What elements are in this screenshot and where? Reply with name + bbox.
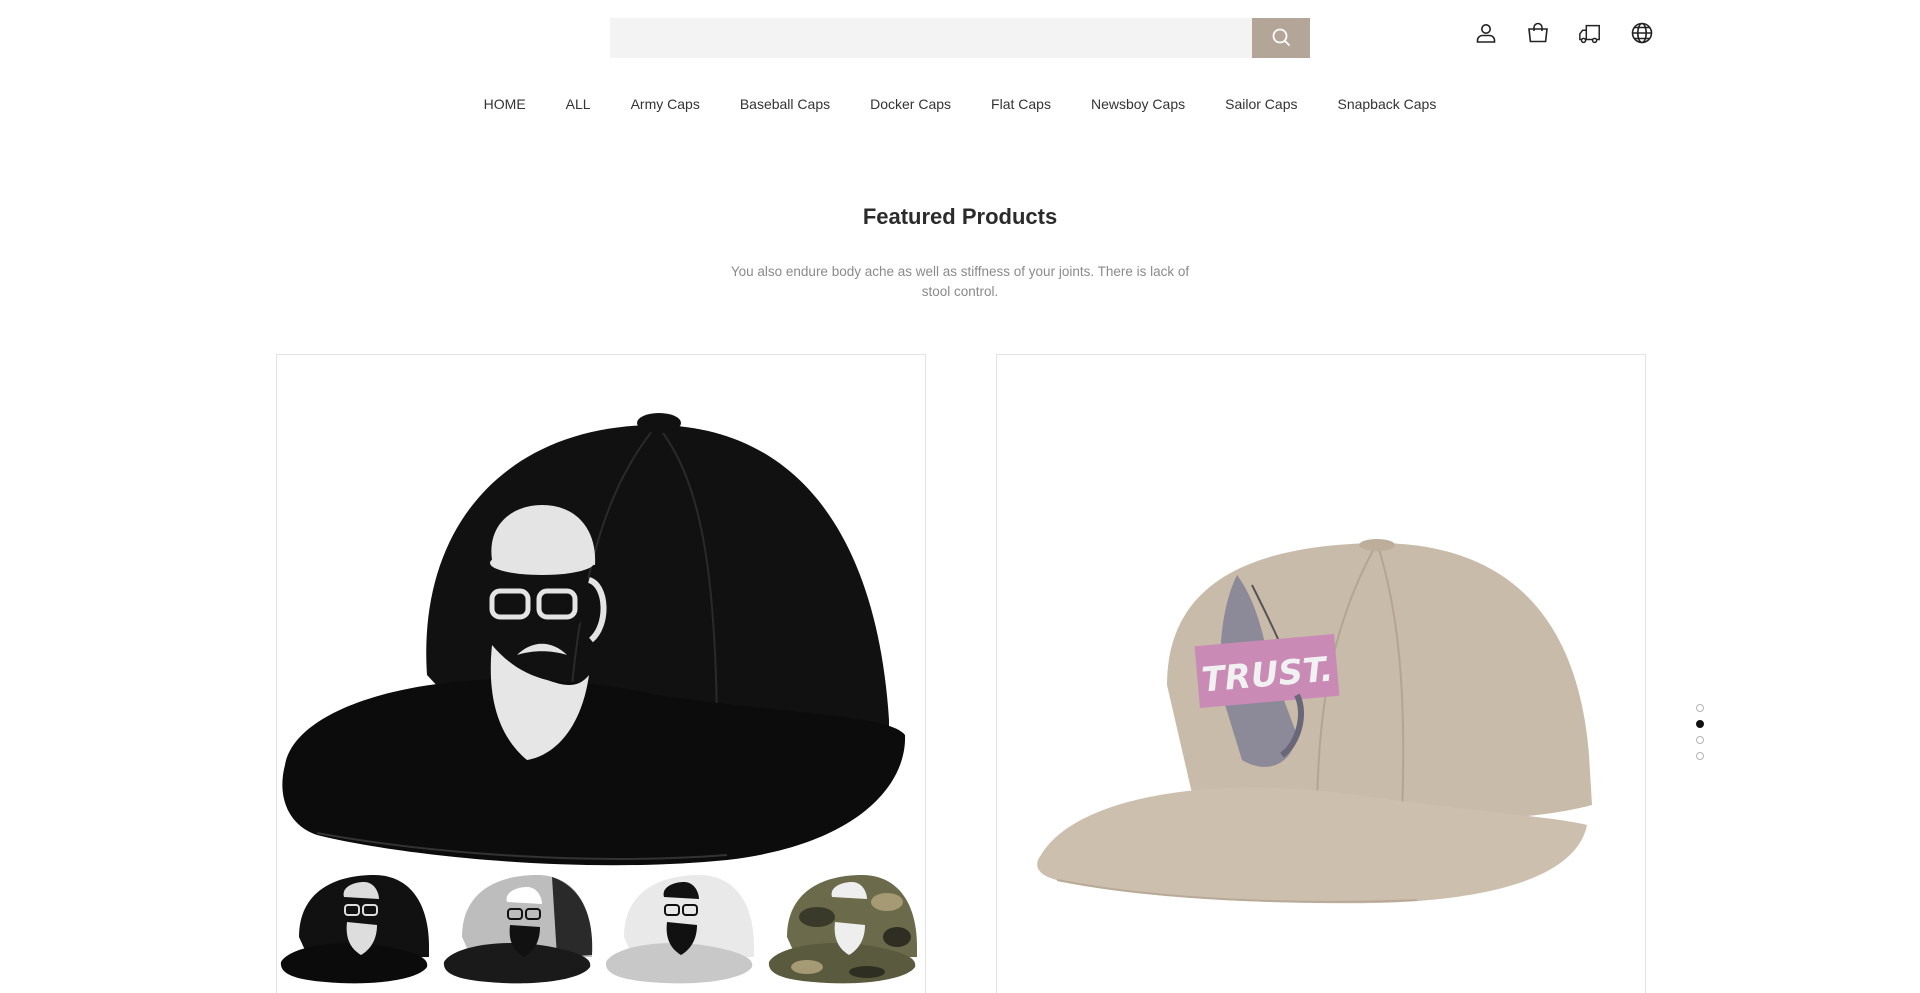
nav-item-baseball-caps[interactable]: Baseball Caps [720,96,850,112]
featured-subtitle: You also endure body ache as well as sti… [730,264,1190,299]
product-image-black-cap [282,413,906,866]
product-card-black-snapback[interactable] [276,354,926,993]
nav-item-docker-caps[interactable]: Docker Caps [850,96,971,112]
search-icon [1271,27,1291,50]
variant-camo[interactable] [767,867,925,987]
nav-item-sailor-caps[interactable]: Sailor Caps [1205,96,1317,112]
product-image-khaki-cap: TRUST. [1037,539,1592,904]
search-button[interactable] [1252,18,1310,58]
header-actions [1474,20,1654,46]
main-nav: HOME ALL Army Caps Baseball Caps Docker … [0,96,1920,112]
nav-item-all[interactable]: ALL [546,96,611,112]
featured-title: Featured Products [862,204,1058,229]
variant-thumbnails [277,867,925,987]
variant-black-mesh[interactable] [279,867,437,987]
nav-item-flat-caps[interactable]: Flat Caps [971,96,1071,112]
search-bar [610,18,1310,58]
nav-item-home[interactable]: HOME [464,96,546,112]
nav-item-newsboy-caps[interactable]: Newsboy Caps [1071,96,1205,112]
nav-item-army-caps[interactable]: Army Caps [611,96,720,112]
variant-white-grey[interactable] [604,867,762,987]
pager-dot-2[interactable] [1696,720,1704,728]
variant-grey-mesh[interactable] [442,867,600,987]
cart-icon[interactable] [1526,20,1550,46]
product-card-khaki-trust[interactable]: TRUST. [996,354,1646,993]
account-icon[interactable] [1474,20,1498,46]
carousel-pager [1696,704,1704,760]
language-icon[interactable] [1630,20,1654,46]
pager-dot-4[interactable] [1696,752,1704,760]
nav-item-snapback-caps[interactable]: Snapback Caps [1317,96,1456,112]
pager-dot-3[interactable] [1696,736,1704,744]
pager-dot-1[interactable] [1696,704,1704,712]
shipping-icon[interactable] [1578,20,1602,46]
search-input[interactable] [610,18,1252,58]
